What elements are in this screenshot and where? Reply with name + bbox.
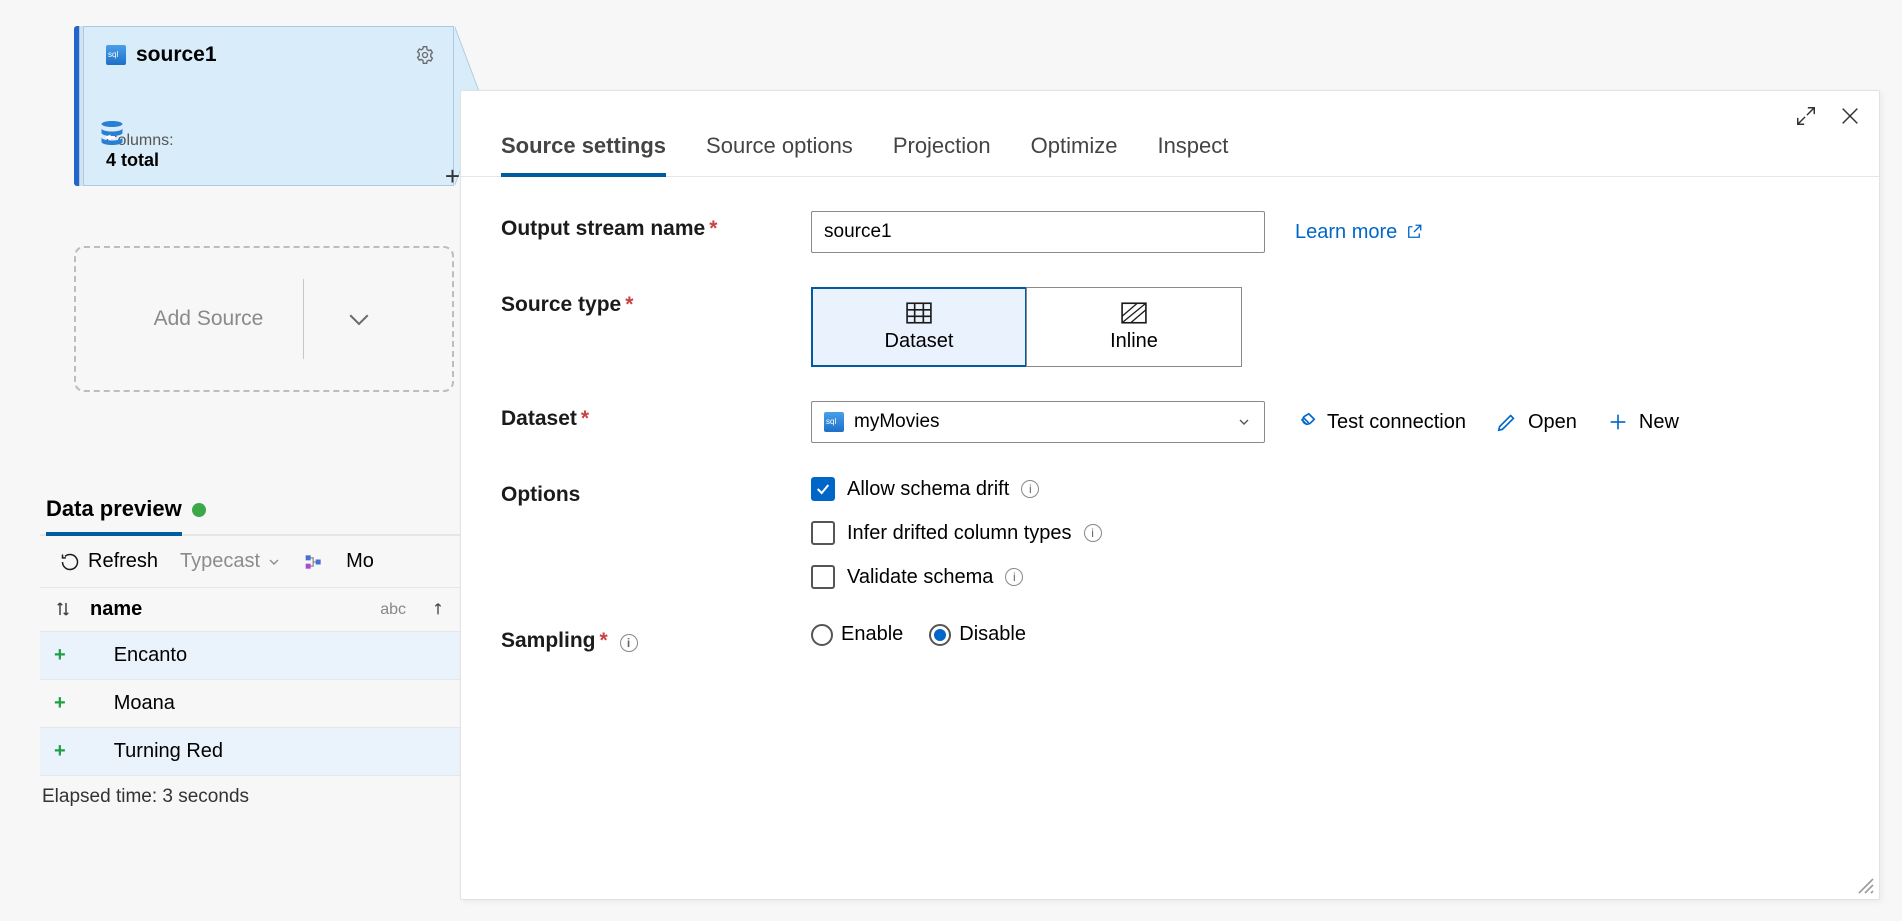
settings-tabs: Source settings Source options Projectio…: [461, 91, 1879, 177]
source-node[interactable]: source1 Columns: 4 total +: [74, 26, 454, 186]
info-icon[interactable]: i: [1021, 480, 1039, 498]
sampling-enable-radio[interactable]: [811, 624, 833, 646]
validate-schema-checkbox[interactable]: [811, 565, 835, 589]
output-stream-label: Output stream name: [501, 217, 705, 240]
tab-optimize[interactable]: Optimize: [1031, 133, 1118, 176]
dataset-value: myMovies: [854, 411, 940, 433]
tab-source-settings[interactable]: Source settings: [501, 133, 666, 177]
info-icon[interactable]: i: [620, 634, 638, 652]
columns-total: 4 total: [106, 150, 435, 171]
dataset-label: Dataset: [501, 407, 577, 430]
database-arrow-icon: [94, 118, 130, 154]
chevron-down-icon: [1236, 411, 1252, 433]
add-step-plus-icon[interactable]: +: [445, 161, 460, 192]
source-type-label: Source type: [501, 293, 621, 316]
add-source-box[interactable]: Add Source: [74, 246, 454, 392]
tab-projection[interactable]: Projection: [893, 133, 991, 176]
output-stream-input[interactable]: [811, 211, 1265, 253]
validate-schema-label: Validate schema: [847, 566, 993, 589]
sampling-enable-label: Enable: [841, 623, 903, 646]
infer-drifted-label: Infer drifted column types: [847, 522, 1072, 545]
typecast-button[interactable]: Typecast: [180, 550, 282, 573]
allow-schema-drift-checkbox[interactable]: [811, 477, 835, 501]
data-preview-tab[interactable]: Data preview: [46, 496, 182, 536]
info-icon[interactable]: i: [1084, 524, 1102, 542]
chevron-down-icon: [266, 554, 282, 570]
new-button[interactable]: New: [1607, 411, 1679, 434]
cell-name: Moana: [92, 692, 175, 715]
dataset-select[interactable]: myMovies: [811, 401, 1265, 443]
plus-icon: [1607, 411, 1629, 433]
tab-inspect[interactable]: Inspect: [1157, 133, 1228, 176]
mapping-icon[interactable]: [304, 552, 324, 572]
add-source-label: Add Source: [154, 307, 264, 331]
cell-name: Turning Red: [92, 740, 223, 763]
plug-icon: [1295, 411, 1317, 433]
column-type-label: abc: [380, 601, 406, 619]
sort-up-icon[interactable]: [430, 601, 446, 619]
open-button[interactable]: Open: [1496, 411, 1577, 434]
external-link-icon: [1405, 223, 1423, 241]
table-row[interactable]: + Turning Red: [40, 728, 460, 776]
sampling-label: Sampling: [501, 629, 596, 652]
sort-icon[interactable]: [54, 600, 72, 618]
source-type-inline[interactable]: Inline: [1026, 287, 1242, 367]
sampling-disable-radio[interactable]: [929, 624, 951, 646]
expand-icon[interactable]: [1795, 105, 1817, 127]
refresh-icon: [60, 552, 80, 572]
infer-drifted-checkbox[interactable]: [811, 521, 835, 545]
columns-label: Columns:: [106, 132, 435, 150]
chevron-down-icon[interactable]: [344, 304, 374, 334]
table-row[interactable]: + Encanto: [40, 632, 460, 680]
tab-source-options[interactable]: Source options: [706, 133, 853, 176]
elapsed-time: Elapsed time: 3 seconds: [40, 776, 460, 818]
status-dot-icon: [192, 503, 206, 517]
table-row[interactable]: + Moana: [40, 680, 460, 728]
check-icon: [815, 481, 831, 497]
close-icon[interactable]: [1839, 105, 1861, 127]
sql-icon: [824, 412, 844, 432]
inline-icon: [1121, 302, 1147, 324]
cell-name: Encanto: [92, 644, 187, 667]
test-connection-button[interactable]: Test connection: [1295, 411, 1466, 434]
pencil-icon: [1496, 411, 1518, 433]
allow-schema-drift-label: Allow schema drift: [847, 478, 1009, 501]
learn-more-link[interactable]: Learn more: [1295, 221, 1423, 244]
source-node-title: source1: [136, 43, 217, 67]
sql-icon: [106, 45, 126, 65]
options-label: Options: [501, 483, 580, 506]
column-header-name[interactable]: name: [90, 598, 142, 621]
row-add-icon: +: [54, 692, 66, 715]
row-add-icon: +: [54, 740, 66, 763]
refresh-button[interactable]: Refresh: [60, 550, 158, 573]
data-preview-panel: Data preview Refresh Typecast Mo name ab…: [40, 486, 460, 818]
info-icon[interactable]: i: [1005, 568, 1023, 586]
table-icon: [906, 302, 932, 324]
modify-button-truncated[interactable]: Mo: [346, 550, 374, 573]
source-settings-panel: Source settings Source options Projectio…: [460, 90, 1880, 900]
resize-grip-icon[interactable]: [1855, 875, 1875, 895]
sampling-disable-label: Disable: [959, 623, 1026, 646]
source-type-dataset[interactable]: Dataset: [811, 287, 1027, 367]
row-add-icon: +: [54, 644, 66, 667]
gear-icon[interactable]: [415, 45, 435, 65]
